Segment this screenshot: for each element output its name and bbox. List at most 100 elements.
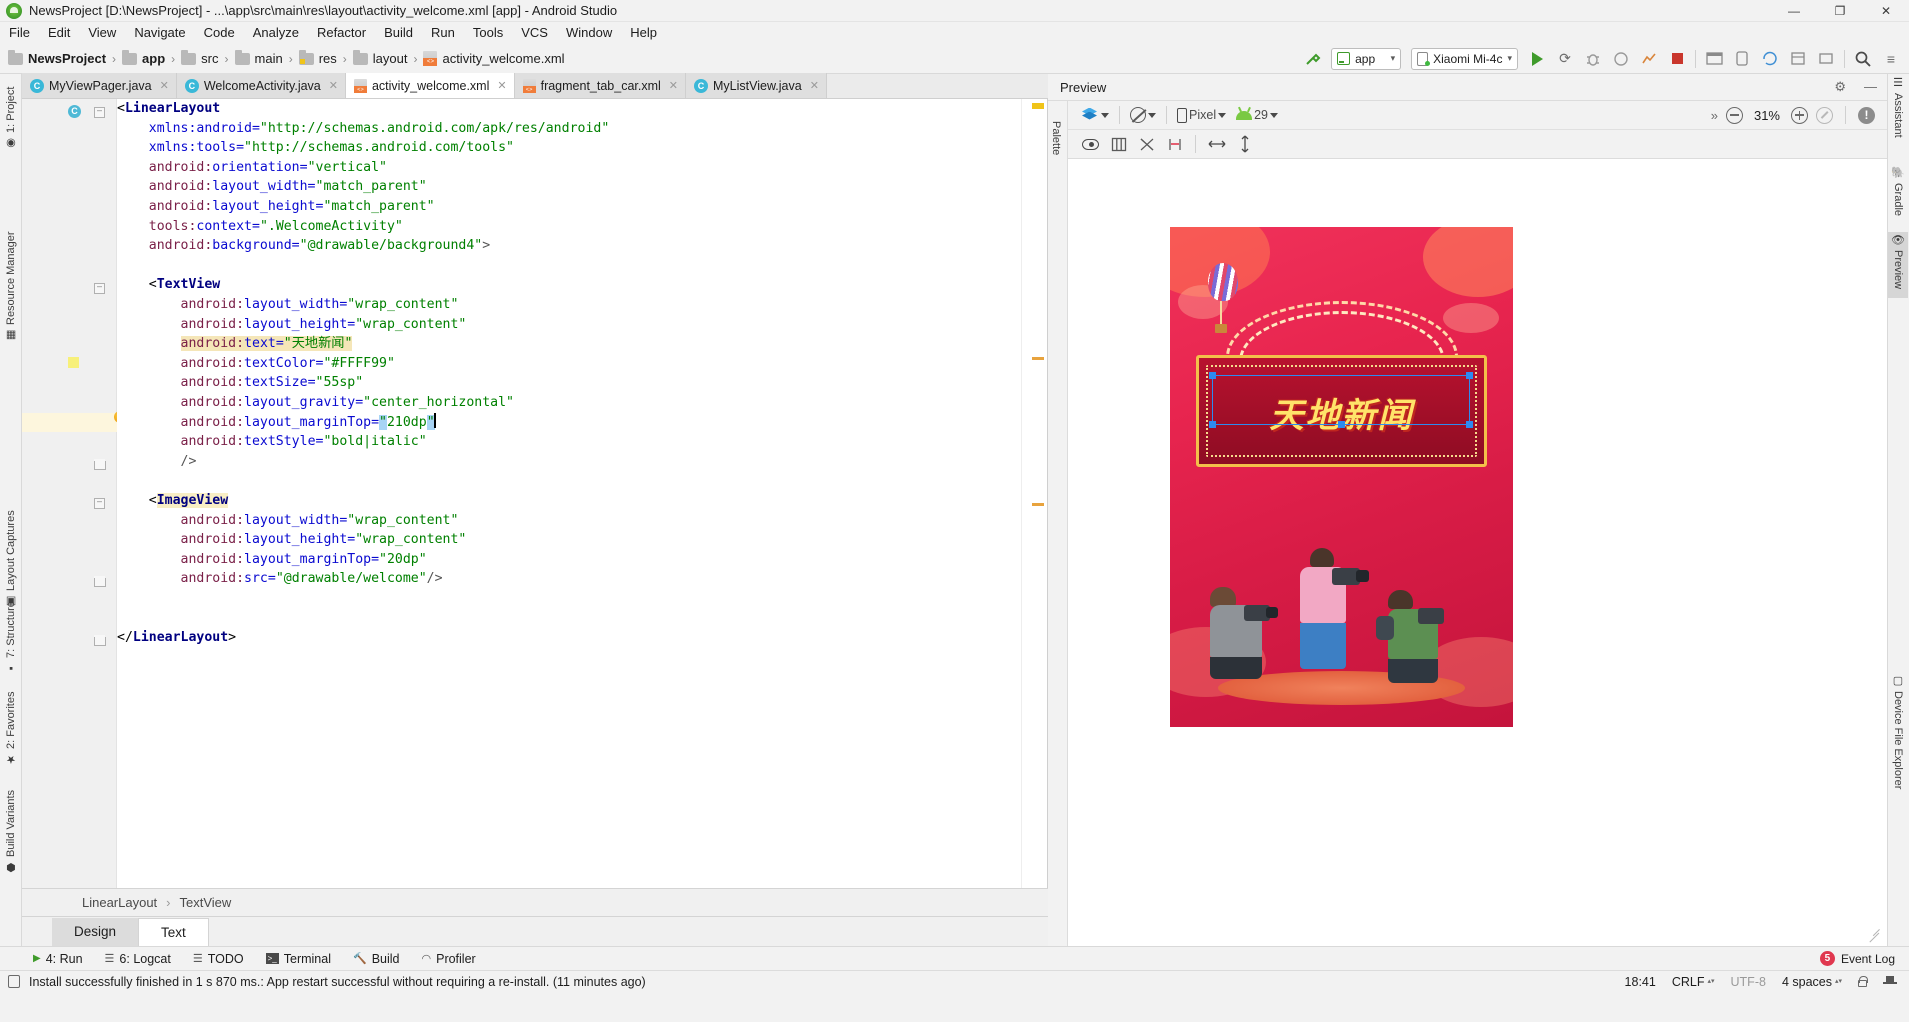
tab-design[interactable]: Design xyxy=(52,917,139,946)
code-text-area[interactable]: <LinearLayout xmlns:android="http://sche… xyxy=(117,99,1021,888)
menu-analyze[interactable]: Analyze xyxy=(244,22,308,44)
tool-window-terminal[interactable]: >_ Terminal xyxy=(255,952,342,966)
orientation-selector[interactable] xyxy=(1126,105,1160,125)
editor-tab-myviewpager[interactable]: C MyViewPager.java ✕ xyxy=(22,73,177,98)
menu-refactor[interactable]: Refactor xyxy=(308,22,375,44)
tab-text[interactable]: Text xyxy=(138,917,209,946)
apply-changes-icon[interactable]: ⟳ xyxy=(1551,46,1579,72)
run-coverage-icon[interactable] xyxy=(1607,46,1635,72)
close-icon[interactable]: ✕ xyxy=(160,79,169,92)
maximize-button[interactable]: ❐ xyxy=(1817,0,1863,22)
breadcrumb-item-main[interactable]: main xyxy=(234,49,283,66)
marker-warning[interactable] xyxy=(1032,103,1044,109)
device-manager-icon[interactable] xyxy=(1812,46,1840,72)
clear-constraints-button[interactable] xyxy=(1163,135,1187,154)
run-button[interactable] xyxy=(1523,46,1551,72)
sidebar-item-project[interactable]: ◉ 1: Project xyxy=(1,76,21,150)
menu-navigate[interactable]: Navigate xyxy=(125,22,194,44)
avd-manager-icon[interactable] xyxy=(1728,46,1756,72)
marker-change[interactable] xyxy=(1032,503,1044,506)
show-design-button[interactable] xyxy=(1078,137,1103,152)
sidebar-item-device-file-explorer[interactable]: ▢ Device File Explorer xyxy=(1888,674,1908,806)
breadcrumb-item-src[interactable]: src xyxy=(181,49,219,66)
tool-window-logcat[interactable]: ☰ 6: Logcat xyxy=(94,952,182,966)
fold-toggle-linearlayout[interactable] xyxy=(94,107,105,118)
build-hammer-icon[interactable] xyxy=(1298,46,1326,72)
sidebar-item-structure[interactable]: ▪ 7: Structure xyxy=(1,566,21,674)
overflow-icon[interactable]: » xyxy=(1711,108,1718,123)
sidebar-item-preview[interactable]: 👁 Preview xyxy=(1888,232,1908,298)
breadcrumb-item-app[interactable]: app xyxy=(122,49,165,66)
horizontal-guideline-button[interactable] xyxy=(1204,135,1230,153)
status-line-separator[interactable]: CRLF ▴▾ xyxy=(1672,975,1715,989)
editor-breadcrumb-child[interactable]: TextView xyxy=(180,895,232,910)
event-log-label[interactable]: Event Log xyxy=(1841,952,1895,966)
hectorbar-icon[interactable] xyxy=(1883,975,1897,988)
editor-marker-strip[interactable] xyxy=(1021,99,1047,888)
status-indent[interactable]: 4 spaces ▴▾ xyxy=(1782,975,1842,989)
profiler-icon[interactable] xyxy=(1635,46,1663,72)
selection-handle[interactable] xyxy=(1209,372,1216,379)
resize-handle[interactable] xyxy=(1868,927,1882,943)
marker-change[interactable] xyxy=(1032,357,1044,360)
selection-handle[interactable] xyxy=(1466,421,1473,428)
selection-handle[interactable] xyxy=(1209,421,1216,428)
event-log-area[interactable]: 5 Event Log xyxy=(1819,951,1909,966)
selection-handle[interactable] xyxy=(1466,372,1473,379)
menu-overflow-icon[interactable]: ≡ xyxy=(1877,46,1905,72)
preview-canvas[interactable]: 天地新闻 xyxy=(1068,159,1887,946)
menu-edit[interactable]: Edit xyxy=(39,22,79,44)
layout-inspector-icon[interactable] xyxy=(1784,46,1812,72)
menu-help[interactable]: Help xyxy=(621,22,666,44)
gear-icon[interactable]: ⚙ xyxy=(1834,79,1846,95)
menu-window[interactable]: Window xyxy=(557,22,621,44)
search-icon[interactable] xyxy=(1849,46,1877,72)
close-icon[interactable]: ✕ xyxy=(810,79,819,92)
device-type-selector[interactable]: Pixel xyxy=(1173,106,1230,125)
toggle-constraints-button[interactable] xyxy=(1135,135,1159,154)
tool-window-profiler[interactable]: ◠ Profiler xyxy=(411,952,487,966)
sidebar-item-favorites[interactable]: ★ 2: Favorites xyxy=(1,662,21,766)
menu-build[interactable]: Build xyxy=(375,22,422,44)
breadcrumb-item-layout[interactable]: layout xyxy=(352,49,407,66)
code-editor[interactable]: C 2 3 4 5 6 7 8 9 10 11 12 13 14 15 16 1… xyxy=(22,99,1048,888)
sync-gradle-icon[interactable] xyxy=(1756,46,1784,72)
close-icon[interactable]: ✕ xyxy=(669,79,678,92)
fold-toggle-textview[interactable] xyxy=(94,283,105,294)
close-icon[interactable]: ✕ xyxy=(329,79,338,92)
editor-tab-fragment-tab-car-xml[interactable]: fragment_tab_car.xml ✕ xyxy=(514,73,687,98)
module-selector[interactable]: app ▾ xyxy=(1331,47,1402,70)
close-icon[interactable]: ✕ xyxy=(497,79,506,92)
class-marker-icon[interactable]: C xyxy=(68,105,81,118)
breadcrumb-item-project[interactable]: NewsProject xyxy=(8,49,106,66)
sdk-manager-icon[interactable] xyxy=(1700,46,1728,72)
palette-label[interactable]: Palette xyxy=(1050,121,1062,155)
close-button[interactable]: ✕ xyxy=(1863,0,1909,22)
vertical-guideline-button[interactable] xyxy=(1234,133,1256,155)
fold-toggle-imageview[interactable] xyxy=(94,498,105,509)
breadcrumb-item-file[interactable]: activity_welcome.xml xyxy=(423,51,565,66)
sidebar-item-gradle[interactable]: 🐘 Gradle xyxy=(1888,166,1908,226)
editor-breadcrumb-root[interactable]: LinearLayout xyxy=(82,895,157,910)
breadcrumb-item-res[interactable]: res xyxy=(298,49,337,66)
menu-run[interactable]: Run xyxy=(422,22,464,44)
design-mode-selector[interactable] xyxy=(1078,106,1113,125)
tool-window-todo[interactable]: ☰ TODO xyxy=(182,952,255,966)
selection-outline[interactable] xyxy=(1209,372,1473,428)
editor-tab-welcomeactivity[interactable]: C WelcomeActivity.java ✕ xyxy=(176,73,346,98)
selection-handle[interactable] xyxy=(1337,421,1345,428)
minimize-button[interactable]: — xyxy=(1771,0,1817,22)
menu-view[interactable]: View xyxy=(79,22,125,44)
menu-tools[interactable]: Tools xyxy=(464,22,512,44)
editor-gutter[interactable] xyxy=(22,99,117,888)
status-encoding[interactable]: UTF-8 xyxy=(1731,975,1766,989)
sidebar-item-build-variants[interactable]: ⬢ Build Variants xyxy=(1,764,21,874)
menu-vcs[interactable]: VCS xyxy=(512,22,557,44)
menu-file[interactable]: File xyxy=(0,22,39,44)
sidebar-item-resource-manager[interactable]: ▦ Resource Manager xyxy=(1,202,21,342)
sidebar-item-assistant[interactable]: ☰ Assistant xyxy=(1888,76,1908,152)
zoom-out-button[interactable] xyxy=(1725,106,1743,124)
issues-icon[interactable]: ! xyxy=(1858,106,1875,124)
show-blueprint-button[interactable] xyxy=(1107,135,1131,154)
tool-window-build[interactable]: 🔨 Build xyxy=(342,952,411,966)
